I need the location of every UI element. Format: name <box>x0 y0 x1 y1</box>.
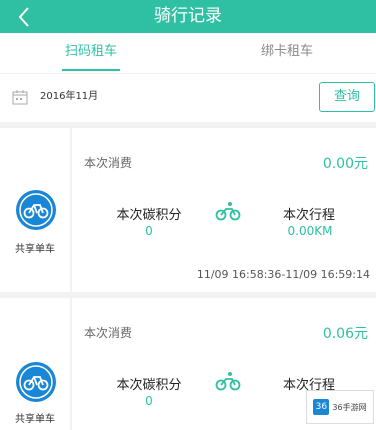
active-tab-indicator <box>62 69 120 71</box>
trip-label: 本次行程 <box>282 208 335 223</box>
calendar-icon[interactable] <box>12 89 28 105</box>
tab-label: 绑卡租车 <box>260 44 313 59</box>
query-button[interactable]: 查询 <box>319 82 375 112</box>
ride-record[interactable]: 共享单车 本次消费 0.00元 本次碳积分 0 本次行程 0.00KM 11/0… <box>0 128 376 292</box>
date-selector[interactable]: 2016年11月 <box>40 74 98 122</box>
record-details: 本次消费 0.00元 本次碳积分 0 本次行程 0.00KM 11/09 16:… <box>72 128 376 292</box>
brand-label: 共享单车 <box>15 244 55 255</box>
tab-label: 扫码租车 <box>64 44 117 59</box>
brand-label: 共享单车 <box>15 414 55 425</box>
cost-label: 本次消费 <box>84 156 133 170</box>
tab-card-rent[interactable]: 绑卡租车 <box>257 33 317 73</box>
record-brand-panel: 共享单车 <box>0 128 70 292</box>
cost-value: 0.00元 <box>322 156 368 172</box>
tab-bar: 扫码租车 绑卡租车 <box>0 33 376 73</box>
cost-label: 本次消费 <box>84 326 133 340</box>
carbon-points-label: 本次碳积分 <box>116 378 182 393</box>
watermark-logo-icon: 36 <box>313 399 330 415</box>
record-brand-panel: 共享单车 <box>0 298 70 430</box>
site-watermark: 36 36手游网 <box>306 390 374 424</box>
app-header: 骑行记录 <box>0 0 376 33</box>
page-title: 骑行记录 <box>154 6 222 26</box>
ride-time-range: 11/09 16:58:36-11/09 16:59:14 <box>196 268 370 281</box>
bicycle-logo-icon <box>16 362 56 402</box>
trip-distance-value: 0.00KM <box>287 224 333 238</box>
cyclist-icon <box>215 202 241 221</box>
bicycle-logo-icon <box>16 190 56 230</box>
carbon-points-label: 本次碳积分 <box>116 208 182 223</box>
cost-value: 0.06元 <box>322 326 368 342</box>
cyclist-icon <box>215 372 241 391</box>
carbon-points-value: 0 <box>145 224 153 238</box>
carbon-points-value: 0 <box>145 394 153 408</box>
tab-scan-rent[interactable]: 扫码租车 <box>62 33 120 73</box>
date-filter-bar: 2016年11月 查询 <box>0 74 376 122</box>
watermark-text: 36手游网 <box>332 402 367 412</box>
